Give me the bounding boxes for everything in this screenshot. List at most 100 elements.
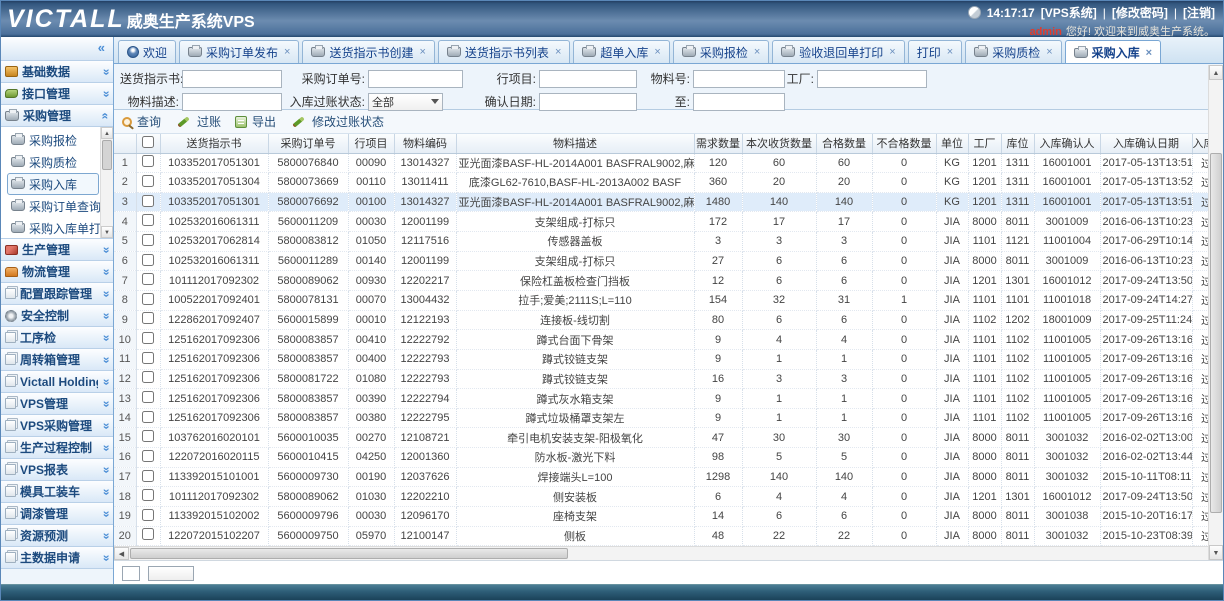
tab-close-icon[interactable]: × (284, 46, 290, 58)
table-row[interactable]: 5 102532017062814 5800083812 01050 12117… (114, 232, 1210, 252)
row-checkbox[interactable] (142, 195, 154, 207)
table-row[interactable]: 17 113392015101001 5600009730 00190 1203… (114, 467, 1210, 487)
tab[interactable]: 验收退回单打印 × (772, 40, 904, 63)
column-header[interactable]: 入库确认日期 (1100, 134, 1192, 153)
column-header[interactable]: 库位 (1001, 134, 1034, 153)
table-row[interactable]: 10 125162017092306 5800083857 00410 1222… (114, 330, 1210, 350)
tab[interactable]: 采购入库 × (1065, 40, 1161, 64)
tab[interactable]: 送货指示书列表 × (438, 40, 570, 63)
toolbar-button[interactable]: 查询 (122, 113, 161, 130)
row-checkbox[interactable] (142, 528, 154, 540)
sidebar-group[interactable]: 物流管理 (1, 261, 113, 283)
pager-box[interactable] (148, 566, 194, 581)
line-item-input[interactable] (539, 70, 637, 88)
pager-box[interactable] (122, 566, 140, 581)
table-row[interactable]: 4 102532016061311 5600011209 00030 12001… (114, 212, 1210, 232)
column-header[interactable]: 需求数量 (694, 134, 742, 153)
tab[interactable]: 采购订单发布 × (179, 40, 299, 63)
table-row[interactable]: 9 122862017092407 5600015899 00010 12122… (114, 310, 1210, 330)
tab[interactable]: 打印 × (908, 40, 962, 63)
tab[interactable]: 超单入库 × (573, 40, 669, 63)
table-row[interactable]: 7 101112017092302 5800089062 00930 12202… (114, 271, 1210, 291)
column-header[interactable]: 行项目 (348, 134, 394, 153)
column-header[interactable]: 入库确认人 (1034, 134, 1100, 153)
tab-close-icon[interactable]: × (419, 46, 425, 58)
tab-close-icon[interactable]: × (1146, 47, 1152, 59)
row-checkbox[interactable] (142, 430, 154, 442)
sidebar-group[interactable]: VPS报表 (1, 459, 113, 481)
row-checkbox[interactable] (142, 234, 154, 246)
scroll-up-arrow[interactable]: ▲ (101, 127, 113, 139)
vertical-scrollbar[interactable]: ▲ ▼ (1208, 65, 1223, 560)
table-row[interactable]: 13 125162017092306 5800083857 00390 1222… (114, 389, 1210, 409)
scroll-up-arrow[interactable]: ▲ (1209, 65, 1223, 80)
submenu-item[interactable]: 采购订单查询 (7, 195, 99, 217)
scroll-left-arrow[interactable]: ◀ (114, 547, 129, 560)
material-no-input[interactable] (693, 70, 785, 88)
sidebar-group[interactable]: 安全控制 (1, 305, 113, 327)
sidebar-group[interactable]: 接口管理 (1, 83, 113, 105)
change-password-link[interactable]: [修改密码] (1112, 4, 1168, 21)
tab-close-icon[interactable]: × (654, 46, 660, 58)
table-row[interactable]: 1 103352017051301 5800076840 00090 13014… (114, 153, 1210, 173)
sidebar-group[interactable]: Victall Holding (1, 371, 113, 393)
row-checkbox[interactable] (142, 352, 154, 364)
row-checkbox[interactable] (142, 332, 154, 344)
sidebar-group[interactable]: 周转箱管理 (1, 349, 113, 371)
table-row[interactable]: 8 100522017092401 5800078131 00070 13004… (114, 290, 1210, 310)
table-row[interactable]: 16 122072016020115 5600010415 04250 1200… (114, 448, 1210, 468)
table-row[interactable]: 20 122072015102207 5600009750 05970 1210… (114, 526, 1210, 546)
toolbar-button[interactable]: 导出 (235, 113, 276, 130)
column-header[interactable]: 单位 (936, 134, 968, 153)
submenu-item[interactable]: 采购入库 (7, 173, 99, 195)
tab-close-icon[interactable]: × (889, 46, 895, 58)
row-checkbox[interactable] (142, 312, 154, 324)
logout-link[interactable]: [注销] (1183, 4, 1215, 21)
row-checkbox[interactable] (142, 489, 154, 501)
table-row[interactable]: 12 125162017092306 5800081722 01080 1222… (114, 369, 1210, 389)
column-header[interactable]: 物料编码 (394, 134, 456, 153)
table-row[interactable]: 11 125162017092306 5800083857 00400 1222… (114, 349, 1210, 369)
sidebar-group[interactable]: 工序检 (1, 327, 113, 349)
row-checkbox[interactable] (142, 450, 154, 462)
tab-close-icon[interactable]: × (754, 46, 760, 58)
horizontal-scrollbar[interactable]: ◀ (114, 546, 1208, 560)
sidebar-collapse-button[interactable]: « (1, 37, 113, 61)
row-checkbox[interactable] (142, 371, 154, 383)
sidebar-group[interactable]: VPS采购管理 (1, 415, 113, 437)
row-checkbox[interactable] (142, 155, 154, 167)
toolbar-button[interactable]: 修改过账状态 (290, 113, 384, 130)
table-row[interactable]: 6 102532016061311 5600011289 00140 12001… (114, 251, 1210, 271)
row-checkbox[interactable] (142, 411, 154, 423)
column-header[interactable]: 不合格数量 (872, 134, 936, 153)
vps-system-link[interactable]: [VPS系统] (1041, 4, 1097, 21)
tab-close-icon[interactable]: × (555, 46, 561, 58)
row-checkbox[interactable] (142, 509, 154, 521)
scroll-down-arrow[interactable]: ▼ (1209, 545, 1223, 560)
submenu-scrollbar[interactable]: ▲ ▼ (100, 127, 113, 238)
vertical-scroll-thumb[interactable] (1210, 153, 1222, 513)
row-checkbox[interactable] (142, 470, 154, 482)
sidebar-group[interactable]: VPS管理 (1, 393, 113, 415)
sidebar-group[interactable]: 调漆管理 (1, 503, 113, 525)
tab[interactable]: 送货指示书创建 × (302, 40, 434, 63)
tab[interactable]: 采购报检 × (673, 40, 769, 63)
confirm-date-input[interactable] (539, 93, 637, 111)
column-header[interactable]: 合格数量 (816, 134, 872, 153)
sidebar-group[interactable]: 配置跟踪管理 (1, 283, 113, 305)
submenu-item[interactable]: 采购报检 (7, 129, 99, 151)
po-number-input[interactable] (368, 70, 463, 88)
tab-close-icon[interactable]: × (947, 46, 953, 58)
sidebar-group[interactable]: 基础数据 (1, 61, 113, 83)
delivery-note-input[interactable] (182, 70, 282, 88)
column-header[interactable]: 物料描述 (456, 134, 694, 153)
row-checkbox[interactable] (142, 293, 154, 305)
column-header[interactable]: 送货指示书 (160, 134, 268, 153)
column-header[interactable]: 本次收货数量 (742, 134, 816, 153)
table-row[interactable]: 14 125162017092306 5800083857 00380 1222… (114, 408, 1210, 428)
sidebar-group[interactable]: 采购管理 (1, 105, 113, 127)
select-all-checkbox[interactable] (142, 136, 154, 148)
plant-input[interactable] (817, 70, 927, 88)
material-desc-input[interactable] (182, 93, 282, 111)
table-row[interactable]: 3 103352017051301 5800076692 00100 13014… (114, 192, 1210, 212)
